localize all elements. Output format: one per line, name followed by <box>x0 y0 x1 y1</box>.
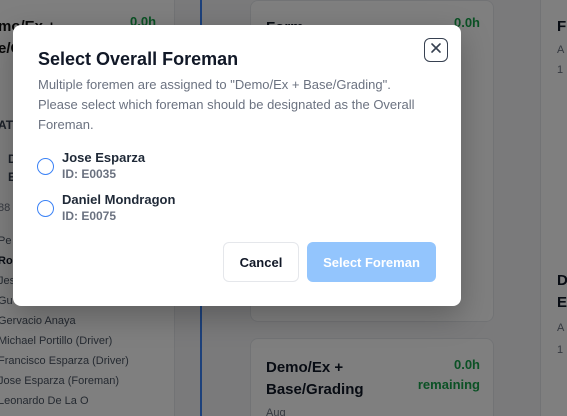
foreman-option[interactable]: Jose Esparza ID: E0035 <box>37 149 175 191</box>
select-foreman-dialog: Select Overall Foreman Multiple foremen … <box>13 25 461 306</box>
foreman-id: ID: E0035 <box>62 167 117 181</box>
cancel-button[interactable]: Cancel <box>223 242 299 282</box>
dialog-title: Select Overall Foreman <box>38 49 239 69</box>
foreman-option[interactable]: Daniel Mondragon ID: E0075 <box>37 191 175 233</box>
radio-button[interactable] <box>37 200 54 217</box>
foreman-name: Daniel Mondragon <box>62 192 176 207</box>
foreman-name: Jose Esparza <box>62 150 146 165</box>
radio-button[interactable] <box>37 158 54 175</box>
foreman-id: ID: E0075 <box>62 209 117 223</box>
dialog-description: Multiple foremen are assigned to "Demo/E… <box>38 77 415 132</box>
close-button[interactable] <box>424 38 448 62</box>
select-foreman-button[interactable]: Select Foreman <box>307 242 436 282</box>
close-icon <box>430 41 442 59</box>
foreman-options: Jose Esparza ID: E0035 Daniel Mondragon … <box>37 149 175 233</box>
